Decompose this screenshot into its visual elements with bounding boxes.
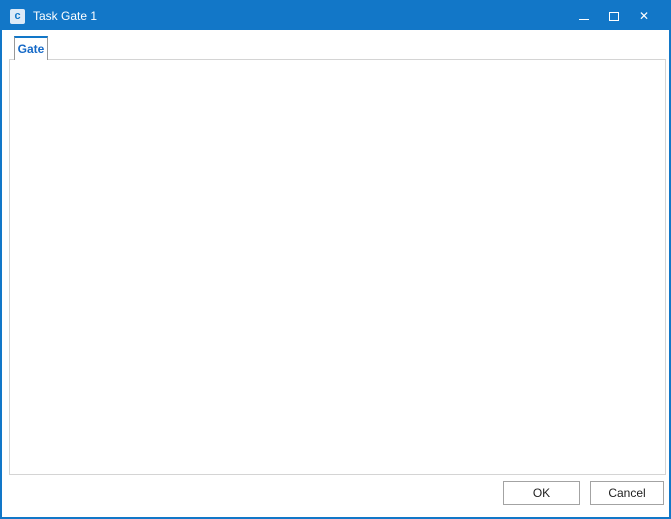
- minimize-icon: [579, 19, 589, 20]
- window-controls: ✕: [569, 2, 659, 30]
- cancel-button[interactable]: Cancel: [590, 481, 664, 505]
- maximize-icon: [609, 12, 619, 21]
- title-bar: c Task Gate 1 ✕: [2, 2, 669, 30]
- maximize-button[interactable]: [599, 2, 629, 30]
- app-icon: c: [10, 9, 25, 24]
- ok-button[interactable]: OK: [503, 481, 580, 505]
- dialog-window: c Task Gate 1 ✕ Gate Details Name Date 2…: [0, 0, 671, 519]
- close-button[interactable]: ✕: [629, 2, 659, 30]
- tab-page: [9, 59, 666, 475]
- tab-gate[interactable]: Gate: [14, 36, 48, 60]
- close-icon: ✕: [639, 10, 649, 22]
- window-title: Task Gate 1: [33, 9, 97, 23]
- minimize-button[interactable]: [569, 2, 599, 30]
